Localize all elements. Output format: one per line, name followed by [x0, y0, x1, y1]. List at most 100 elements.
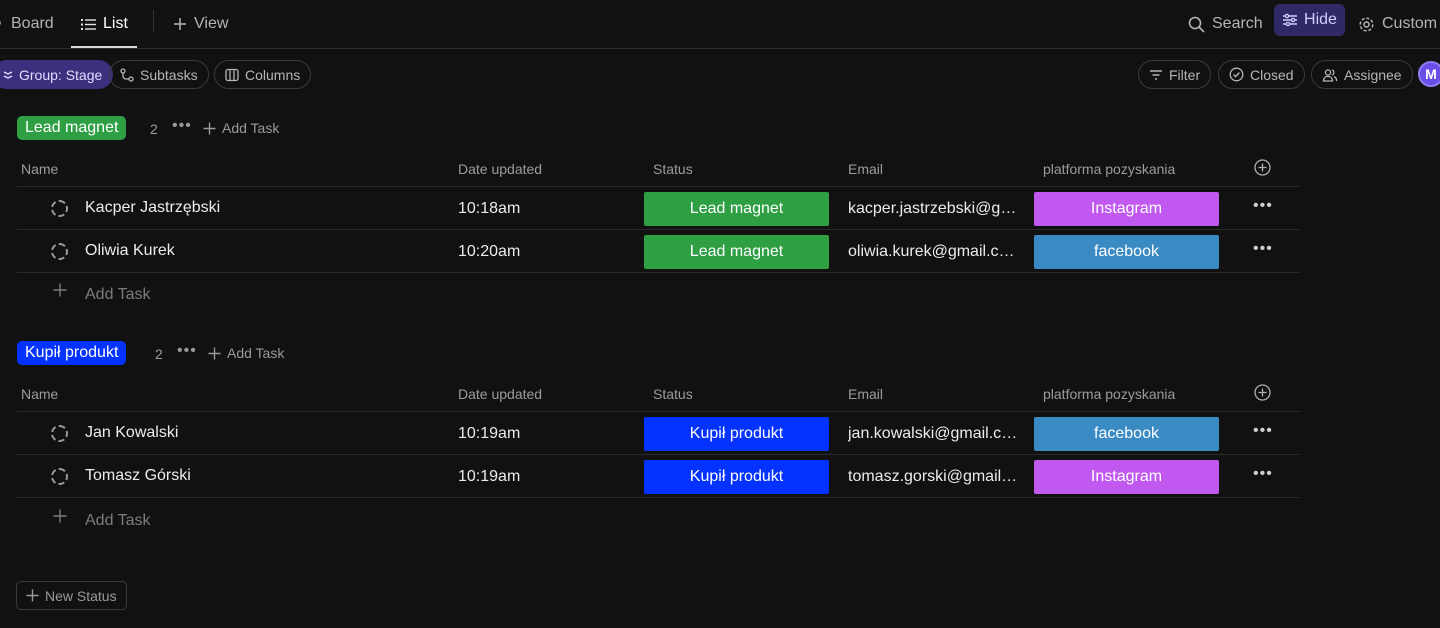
subtasks-label: Subtasks — [140, 66, 198, 83]
filter-chip[interactable]: Filter — [1138, 60, 1212, 89]
column-header-status[interactable]: Status — [653, 161, 693, 177]
customize-label: Custom — [1382, 15, 1438, 32]
group-add-task-label: Add Task — [222, 120, 280, 136]
task-email[interactable]: oliwia.kurek@gmail.com — [848, 243, 1018, 261]
new-status-label: New Status — [45, 587, 117, 604]
task-platform-pill[interactable]: facebook — [1034, 417, 1219, 451]
column-header-name[interactable]: Name — [21, 161, 58, 177]
task-status-pill[interactable]: Lead magnet — [644, 192, 829, 226]
task-platform-pill[interactable]: facebook — [1034, 235, 1219, 269]
gear-icon — [1358, 16, 1375, 33]
table-row[interactable]: Oliwia Kurek 10:20am Lead magnet oliwia.… — [17, 230, 1300, 273]
column-header-email[interactable]: Email — [848, 161, 883, 177]
task-email[interactable]: tomasz.gorski@gmail.com — [848, 468, 1018, 486]
customize-button[interactable]: Custom — [1358, 0, 1437, 48]
closed-label: Closed — [1250, 66, 1294, 83]
columns-icon — [225, 68, 239, 82]
group-add-task-button[interactable]: Add Task — [203, 120, 279, 136]
row-more-icon[interactable]: ••• — [1253, 465, 1273, 483]
table-header: Name Date updated Status Email platforma… — [17, 149, 1300, 187]
group-more-icon[interactable]: ••• — [177, 342, 197, 360]
task-date-updated: 10:18am — [458, 200, 521, 217]
task-name[interactable]: Tomasz Górski — [85, 467, 191, 485]
list-icon — [81, 18, 96, 31]
tab-board[interactable]: Board — [0, 0, 54, 48]
users-icon — [1322, 68, 1338, 82]
add-task-row[interactable]: Add Task — [17, 501, 417, 541]
tab-board-label: Board — [11, 15, 54, 32]
group-add-task-button[interactable]: Add Task — [208, 345, 284, 361]
board-icon — [0, 17, 4, 31]
search-icon — [1188, 16, 1205, 33]
new-status-button[interactable]: New Status — [16, 581, 127, 610]
task-platform-pill[interactable]: Instagram — [1034, 192, 1219, 226]
column-header-date[interactable]: Date updated — [458, 386, 542, 402]
group-status-badge[interactable]: Kupił produkt — [17, 341, 127, 365]
assignee-chip[interactable]: Assignee — [1311, 60, 1413, 89]
row-more-icon[interactable]: ••• — [1253, 422, 1273, 440]
view-tab-bar: Board List View Search Hide Custom — [0, 0, 1440, 49]
column-header-platform[interactable]: platforma pozyskania — [1043, 161, 1175, 177]
sliders-icon — [1282, 13, 1298, 27]
column-header-status[interactable]: Status — [653, 386, 693, 402]
task-status-pill[interactable]: Kupił produkt — [644, 417, 829, 451]
plus-icon — [173, 17, 187, 31]
group-by-label: Group: Stage — [19, 66, 103, 83]
filter-icon — [1149, 69, 1163, 81]
add-column-icon[interactable] — [1254, 159, 1271, 179]
task-status-circle-icon[interactable] — [51, 243, 68, 260]
add-task-row[interactable]: Add Task — [17, 275, 417, 315]
hide-label: Hide — [1304, 11, 1337, 28]
column-header-email[interactable]: Email — [848, 386, 883, 402]
avatar[interactable]: M — [1418, 61, 1440, 87]
check-circle-icon — [1229, 67, 1244, 82]
task-status-circle-icon[interactable] — [51, 200, 68, 217]
table-header: Name Date updated Status Email platforma… — [17, 374, 1300, 412]
task-status-pill[interactable]: Kupił produkt — [644, 460, 829, 494]
active-tab-indicator — [71, 46, 137, 48]
group-count: 2 — [150, 121, 158, 137]
table-row[interactable]: Kacper Jastrzębski 10:18am Lead magnet k… — [17, 187, 1300, 230]
table-row[interactable]: Jan Kowalski 10:19am Kupił produkt jan.k… — [17, 412, 1300, 455]
row-more-icon[interactable]: ••• — [1253, 240, 1273, 258]
search-label: Search — [1212, 15, 1263, 32]
task-status-circle-icon[interactable] — [51, 468, 68, 485]
add-view-button[interactable]: View — [173, 0, 228, 48]
group-add-task-label: Add Task — [227, 345, 285, 361]
task-status-pill[interactable]: Lead magnet — [644, 235, 829, 269]
task-name[interactable]: Kacper Jastrzębski — [85, 199, 220, 217]
add-column-icon[interactable] — [1254, 384, 1271, 404]
subtasks-chip[interactable]: Subtasks — [109, 60, 209, 89]
add-task-label: Add Task — [85, 286, 151, 303]
table-row[interactable]: Tomasz Górski 10:19am Kupił produkt toma… — [17, 455, 1300, 498]
task-email[interactable]: jan.kowalski@gmail.com — [848, 425, 1018, 443]
layers-icon — [3, 68, 13, 82]
columns-chip[interactable]: Columns — [214, 60, 312, 89]
column-header-date[interactable]: Date updated — [458, 161, 542, 177]
task-status-circle-icon[interactable] — [51, 425, 68, 442]
hide-button[interactable]: Hide — [1274, 4, 1345, 36]
group-more-icon[interactable]: ••• — [172, 117, 192, 135]
tab-list[interactable]: List — [81, 0, 128, 48]
column-header-name[interactable]: Name — [21, 386, 58, 402]
columns-label: Columns — [245, 66, 301, 83]
row-more-icon[interactable]: ••• — [1253, 197, 1273, 215]
add-view-label: View — [194, 15, 229, 32]
tab-divider — [153, 10, 154, 32]
column-header-platform[interactable]: platforma pozyskania — [1043, 386, 1175, 402]
assignee-label: Assignee — [1344, 66, 1402, 83]
task-email[interactable]: kacper.jastrzebski@gmail.com — [848, 200, 1018, 218]
plus-icon — [203, 122, 216, 135]
closed-chip[interactable]: Closed — [1218, 60, 1305, 89]
filter-label: Filter — [1169, 66, 1201, 83]
plus-icon — [53, 509, 67, 523]
group-by-chip[interactable]: Group: Stage — [0, 60, 114, 89]
task-name[interactable]: Oliwia Kurek — [85, 242, 175, 260]
plus-icon — [208, 347, 221, 360]
group-status-badge[interactable]: Lead magnet — [17, 116, 127, 140]
task-date-updated: 10:19am — [458, 425, 521, 442]
search-button[interactable]: Search — [1188, 0, 1263, 48]
plus-icon — [53, 283, 67, 297]
task-platform-pill[interactable]: Instagram — [1034, 460, 1219, 494]
task-name[interactable]: Jan Kowalski — [85, 424, 178, 442]
